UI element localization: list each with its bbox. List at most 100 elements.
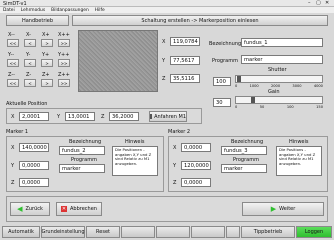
shutter-tick: 0 <box>235 84 238 88</box>
nav-empty-3[interactable] <box>191 226 225 238</box>
back-label: Zurück <box>25 206 43 212</box>
shutter-slider-handle[interactable] <box>237 76 241 82</box>
marker2-name-field[interactable]: fundus_3 <box>221 146 267 155</box>
window-title: SimDT-v1 <box>3 0 27 7</box>
current-z-label: Z <box>101 114 105 120</box>
marker-program-label: Programm <box>212 58 238 64</box>
x-minus-small-label: X- <box>26 32 31 38</box>
menu-item-hilfe[interactable]: Hilfe <box>95 8 105 13</box>
marker2-panel: X 0,0000 Y 120,0000 Z 0,0000 Bezeichnung… <box>168 136 328 192</box>
gain-field[interactable]: 30 <box>213 98 231 107</box>
gain-tick: 50 <box>259 105 265 109</box>
shutter-tick: 4000 <box>313 84 323 88</box>
next-label: Weiter <box>279 206 296 212</box>
marker2-z-label: Z <box>173 180 177 186</box>
current-x-field: 2,0001 <box>19 112 49 121</box>
maximize-icon[interactable]: ▢ <box>316 0 321 6</box>
z-minus-small-button[interactable]: < <box>24 79 36 87</box>
y-plus-small-button[interactable]: > <box>41 59 53 67</box>
approach-m1-button[interactable]: Anfahren M1 <box>149 111 187 122</box>
marker1-title: Marker 1 <box>6 129 29 135</box>
y-plus-label: Y++ <box>58 52 70 58</box>
marker1-z-label: Z <box>11 180 15 186</box>
x-plus-small-label: X+ <box>42 32 50 38</box>
z-plus-label: Z++ <box>58 72 70 78</box>
next-arrow-icon: ▶ <box>270 205 277 213</box>
back-button[interactable]: ◀ Zurück <box>10 202 50 216</box>
x-minus-label: X-- <box>8 32 15 38</box>
x-plus-label: X++ <box>58 32 70 38</box>
marker1-y-field[interactable]: 0,0000 <box>19 161 49 170</box>
menu-item-bildanpassungen[interactable]: Bildanpassungen <box>51 8 89 13</box>
tab-manual[interactable]: Handbetrieb <box>6 15 69 26</box>
nav-reset[interactable]: Reset <box>86 226 120 238</box>
nav-tippbetrieb[interactable]: Tippbetrieb <box>241 226 295 238</box>
gain-tick: 150 <box>316 105 323 109</box>
y-minus-label: Y-- <box>8 52 15 58</box>
gain-slider-handle[interactable] <box>251 97 255 103</box>
z-minus-button[interactable]: << <box>7 79 19 87</box>
current-x-label: X <box>11 114 15 120</box>
current-z-field: 36,2000 <box>109 112 139 121</box>
marker2-program-field[interactable]: marker <box>221 164 267 173</box>
marker-name-field[interactable]: fundus_1 <box>241 38 323 47</box>
close-icon[interactable]: ✕ <box>325 0 329 6</box>
coord-y-field[interactable]: 77,5617 <box>170 56 200 65</box>
nav-loggen[interactable]: Loggen <box>296 226 332 238</box>
coord-z-label: Z <box>162 76 166 82</box>
nav-grundeinstellung[interactable]: Grundeinstellung <box>41 226 85 238</box>
coord-x-label: X <box>162 39 166 45</box>
x-plus-small-button[interactable]: > <box>41 39 53 47</box>
current-y-field: 13,0001 <box>65 112 95 121</box>
minimize-icon[interactable]: – <box>308 0 311 6</box>
approach-label: Anfahren M1 <box>154 113 186 120</box>
gain-tick: 0 <box>235 105 238 109</box>
marker2-program-label: Programm <box>233 157 259 163</box>
back-arrow-icon: ◀ <box>17 205 23 213</box>
z-plus-button[interactable]: >> <box>58 79 70 87</box>
nav-empty-1[interactable] <box>121 226 155 238</box>
marker1-name-field[interactable]: fundus_2 <box>59 146 105 155</box>
nav-empty-4[interactable] <box>226 226 240 238</box>
z-plus-small-button[interactable]: > <box>41 79 53 87</box>
marker2-title: Marker 2 <box>168 129 191 135</box>
y-minus-button[interactable]: << <box>7 59 19 67</box>
marker2-x-field[interactable]: 0,0000 <box>181 143 211 152</box>
marker1-panel: X 140,0000 Y 0,0000 Z 0,0000 Bezeichnung… <box>6 136 164 192</box>
x-minus-small-button[interactable]: < <box>24 39 36 47</box>
marker1-program-field[interactable]: marker <box>59 164 105 173</box>
marker1-z-field[interactable]: 0,0000 <box>19 178 49 187</box>
cancel-button[interactable]: ✕ Abbrechen <box>56 202 102 216</box>
x-minus-button[interactable]: << <box>7 39 19 47</box>
y-minus-small-button[interactable]: < <box>24 59 36 67</box>
marker1-name-label: Bezeichnung <box>69 139 102 145</box>
shutter-tick: 1000 <box>249 84 259 88</box>
gain-slider[interactable] <box>235 96 323 104</box>
marker2-hint-label: Hinweis <box>289 139 309 145</box>
bottom-nav: Automatik Grundeinstellung Reset Tippbet… <box>2 226 332 238</box>
shutter-field[interactable]: 100 <box>213 77 231 86</box>
coord-z-field[interactable]: 35,5116 <box>170 74 200 83</box>
z-minus-small-label: Z- <box>26 72 32 78</box>
marker2-y-label: Y <box>173 163 177 169</box>
marker2-z-field[interactable]: 0,0000 <box>181 178 211 187</box>
marker-name-label: Bezeichnung <box>209 41 242 47</box>
marker2-y-field[interactable]: 120,0000 <box>181 161 211 170</box>
nav-automatik[interactable]: Automatik <box>2 226 40 238</box>
marker1-y-label: Y <box>11 163 15 169</box>
coord-x-field[interactable]: 119,0784 <box>170 37 200 46</box>
marker-program-field[interactable]: marker <box>241 55 323 64</box>
z-plus-small-label: Z+ <box>42 72 50 78</box>
marker1-x-field[interactable]: 140,0000 <box>19 143 49 152</box>
nav-empty-2[interactable] <box>156 226 190 238</box>
x-plus-button[interactable]: >> <box>58 39 70 47</box>
y-plus-button[interactable]: >> <box>58 59 70 67</box>
y-minus-small-label: Y- <box>26 52 31 58</box>
coord-y-label: Y <box>162 58 166 64</box>
tab-step[interactable]: Schaltung erstellen -> Markerposition ei… <box>72 15 328 26</box>
current-position-label: Aktuelle Position <box>6 101 48 107</box>
menu-item-lehrmodus[interactable]: Lehrmodus <box>21 8 45 13</box>
shutter-slider[interactable] <box>235 75 323 83</box>
next-button[interactable]: ▶ Weiter <box>242 202 324 216</box>
menu-item-datei[interactable]: Datei <box>3 8 15 13</box>
